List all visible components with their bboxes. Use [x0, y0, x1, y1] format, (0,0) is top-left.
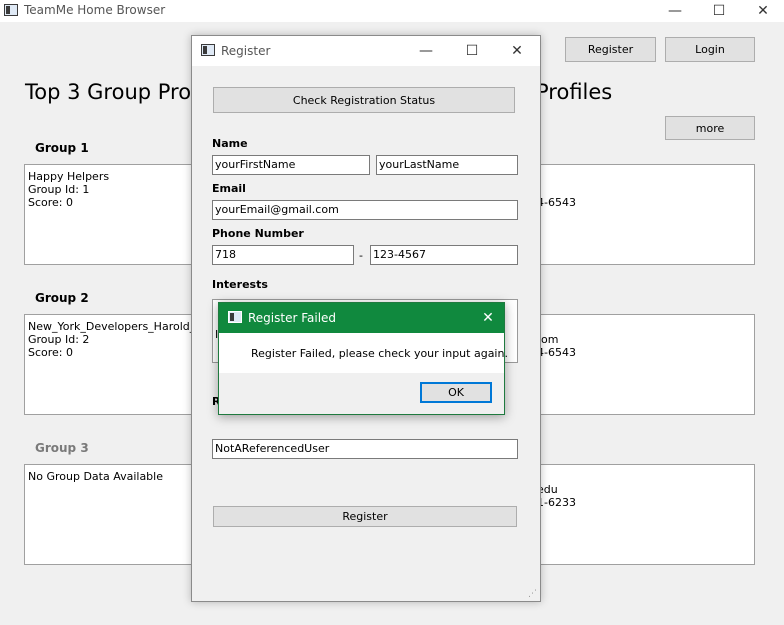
resize-grip-icon[interactable]: ⋰: [528, 589, 538, 599]
register-failed-body: Register Failed, please check your input…: [219, 333, 508, 373]
phone-area-input[interactable]: 718: [212, 245, 354, 265]
phone-number-input[interactable]: 123-4567: [370, 245, 518, 265]
more-button[interactable]: more: [665, 116, 755, 140]
last-name-input[interactable]: yourLastName: [376, 155, 518, 175]
first-name-input[interactable]: yourFirstName: [212, 155, 370, 175]
app-icon: [4, 4, 18, 16]
email-input[interactable]: yourEmail@gmail.com: [212, 200, 518, 220]
group-2-name: New_York_Developers_Harold_Sq: [28, 320, 210, 333]
register-failed-title: Register Failed: [248, 311, 337, 325]
register-titlebar: Register — ☐ ✕: [192, 36, 540, 66]
register-failed-titlebar: Register Failed ✕: [219, 303, 504, 333]
group-1-right-info: 4-6543: [537, 196, 576, 209]
register-title: Register: [221, 44, 271, 58]
register-maximize-button[interactable]: ☐: [449, 39, 495, 63]
close-icon: ✕: [511, 43, 523, 59]
group-2-score: Score: 0: [28, 346, 74, 359]
register-submit-button[interactable]: Register: [213, 506, 517, 527]
group-1-id: Group Id: 1: [28, 183, 90, 196]
interests-label: Interests: [212, 278, 268, 291]
main-window-title: TeamMe Home Browser: [24, 3, 166, 17]
group-3-right-info-2: 1-6233: [537, 496, 576, 509]
close-button[interactable]: ✕: [740, 0, 784, 22]
header-register-button[interactable]: Register: [565, 37, 656, 62]
failed-close-button[interactable]: ✕: [472, 306, 504, 330]
minimize-button[interactable]: —: [652, 0, 698, 22]
name-label: Name: [212, 137, 248, 150]
group-2-right-info-2: 4-6543: [537, 346, 576, 359]
phone-number-label: Phone Number: [212, 227, 304, 240]
header-login-button[interactable]: Login: [665, 37, 755, 62]
minimize-icon: —: [419, 43, 433, 59]
page-title-right: Profiles: [536, 80, 613, 104]
close-icon: ✕: [482, 310, 494, 326]
group-1-label: Group 1: [35, 141, 89, 155]
phone-separator: -: [359, 249, 363, 262]
main-titlebar: TeamMe Home Browser — ☐ ✕: [0, 0, 784, 22]
page-title: Top 3 Group Profi: [25, 80, 205, 104]
group-3-empty-text: No Group Data Available: [28, 470, 163, 483]
group-1-score: Score: 0: [28, 196, 74, 209]
group-2-label: Group 2: [35, 291, 89, 305]
register-failed-message: Register Failed, please check your input…: [251, 347, 508, 360]
check-registration-status-button[interactable]: Check Registration Status: [213, 87, 515, 113]
failed-app-icon: [228, 311, 242, 323]
register-close-button[interactable]: ✕: [494, 39, 540, 63]
ok-button[interactable]: OK: [420, 382, 492, 403]
group-3-label: Group 3: [35, 441, 89, 455]
email-label: Email: [212, 182, 246, 195]
maximize-button[interactable]: ☐: [696, 0, 742, 22]
register-app-icon: [201, 44, 215, 56]
group-2-id: Group Id: 2: [28, 333, 90, 346]
referrer-input[interactable]: NotAReferencedUser: [212, 439, 518, 459]
group-2-right-info-1: om: [541, 333, 559, 346]
group-1-name: Happy Helpers: [28, 170, 110, 183]
register-failed-dialog: Register Failed ✕ Register Failed, pleas…: [218, 302, 508, 415]
maximize-icon: ☐: [465, 43, 479, 59]
register-minimize-button[interactable]: —: [403, 39, 449, 63]
